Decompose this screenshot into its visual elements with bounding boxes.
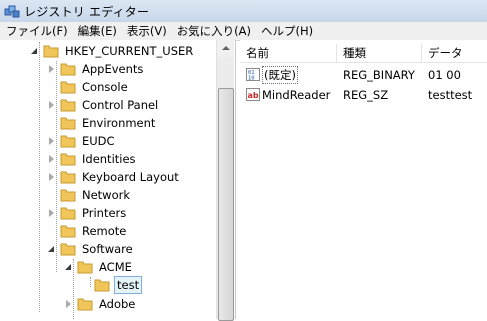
tree-node-label: Adobe: [99, 297, 136, 311]
tree-node-identities[interactable]: Identities: [47, 150, 138, 168]
folder-icon: [60, 207, 76, 220]
tree-node-hkey-current-user[interactable]: HKEY_CURRENT_USER: [30, 42, 195, 60]
tree-node-label: EUDC: [82, 134, 115, 148]
value-row[interactable]: 01 10 (既定) REG_BINARY 01 00: [240, 65, 487, 84]
tree-node-keyboard-layout[interactable]: Keyboard Layout: [47, 168, 181, 186]
tree-node-label: HKEY_CURRENT_USER: [65, 44, 194, 58]
scrollbar-thumb[interactable]: [218, 88, 234, 321]
tree-node-environment[interactable]: Environment: [47, 114, 157, 132]
tree-node-network[interactable]: Network: [47, 186, 132, 204]
tree-node-adobe[interactable]: Adobe: [64, 295, 137, 313]
string-value-icon: ab: [246, 88, 260, 101]
menu-view[interactable]: 表示(V): [122, 23, 172, 39]
tree-node-control-panel[interactable]: Control Panel: [47, 96, 160, 114]
tree-scrollbar[interactable]: [216, 40, 234, 321]
folder-open-icon: [94, 279, 110, 292]
collapse-arrow-icon[interactable]: [47, 245, 56, 254]
tree-node-label: ACME: [99, 260, 132, 274]
window-title: レジストリ エディター: [24, 4, 150, 19]
tree-node-label: Network: [82, 188, 131, 202]
column-header-name[interactable]: 名前: [240, 44, 337, 62]
registry-editor-icon: [4, 5, 20, 18]
value-name: MindReader: [262, 87, 331, 102]
folder-icon: [60, 225, 76, 238]
collapse-arrow-icon[interactable]: [30, 47, 39, 56]
expand-arrow-icon[interactable]: [47, 100, 56, 110]
expand-arrow-icon[interactable]: [47, 172, 56, 182]
value-name: (既定): [262, 65, 298, 84]
expand-arrow-icon[interactable]: [47, 208, 56, 218]
tree-node-label: Identities: [82, 152, 136, 166]
folder-icon: [60, 99, 76, 112]
folder-open-icon: [60, 243, 76, 256]
tree-node-remote[interactable]: Remote: [47, 222, 128, 240]
registry-tree[interactable]: HKEY_CURRENT_USER AppEvents Console Cont…: [0, 40, 236, 319]
value-data: 01 00: [428, 67, 461, 82]
value-type: REG_SZ: [343, 87, 389, 102]
menu-file[interactable]: ファイル(F): [0, 23, 73, 39]
tree-node-label: Console: [82, 80, 128, 94]
list-header: 名前 種類 データ: [240, 44, 487, 63]
folder-icon: [60, 81, 76, 94]
menu-edit[interactable]: 編集(E): [73, 23, 122, 39]
tree-node-label: Keyboard Layout: [82, 170, 179, 184]
folder-icon: [77, 298, 93, 311]
tree-node-label: Environment: [82, 116, 156, 130]
tree-node-label: AppEvents: [82, 62, 144, 76]
expand-arrow-icon[interactable]: [64, 299, 73, 309]
tree-node-eudc[interactable]: EUDC: [47, 132, 117, 150]
menu-favorites[interactable]: お気に入り(A): [172, 23, 256, 39]
folder-icon: [60, 189, 76, 202]
title-bar: レジストリ エディター: [0, 0, 487, 22]
menu-help[interactable]: ヘルプ(H): [256, 23, 318, 39]
collapse-arrow-icon[interactable]: [64, 263, 73, 272]
tree-node-acme[interactable]: ACME: [64, 258, 134, 276]
tree-node-label: test: [114, 276, 143, 294]
tree-node-label: Remote: [82, 224, 127, 238]
folder-open-icon: [43, 45, 59, 58]
tree-node-label: Printers: [82, 206, 127, 220]
expand-arrow-icon[interactable]: [47, 154, 56, 164]
folder-open-icon: [77, 261, 93, 274]
folder-icon: [60, 171, 76, 184]
tree-node-printers[interactable]: Printers: [47, 204, 128, 222]
binary-value-icon: 01 10: [246, 68, 260, 81]
scroll-up-arrow-icon[interactable]: [217, 40, 234, 57]
folder-icon: [60, 117, 76, 130]
tree-node-label: Control Panel: [82, 98, 159, 112]
folder-icon: [60, 153, 76, 166]
tree-node-label: Software: [82, 242, 133, 256]
folder-icon: [60, 135, 76, 148]
svg-text:10: 10: [248, 76, 255, 82]
value-type: REG_BINARY: [343, 67, 415, 82]
expand-arrow-icon[interactable]: [47, 64, 56, 74]
column-header-type[interactable]: 種類: [337, 44, 422, 62]
column-header-data[interactable]: データ: [422, 44, 487, 62]
tree-node-software[interactable]: Software: [47, 240, 135, 258]
folder-icon: [60, 63, 76, 76]
value-data: testtest: [428, 87, 473, 102]
tree-node-appevents[interactable]: AppEvents: [47, 60, 145, 78]
values-list[interactable]: 名前 種類 データ 01 10 (既定) REG_BINARY 01 00 ab…: [240, 40, 487, 319]
svg-text:ab: ab: [248, 91, 259, 100]
value-row[interactable]: ab MindReader REG_SZ testtest: [240, 85, 487, 104]
menu-bar: ファイル(F) 編集(E) 表示(V) お気に入り(A) ヘルプ(H): [0, 22, 487, 41]
tree-node-console[interactable]: Console: [47, 78, 130, 96]
expand-arrow-icon[interactable]: [47, 136, 56, 146]
tree-node-test[interactable]: test: [81, 276, 143, 294]
